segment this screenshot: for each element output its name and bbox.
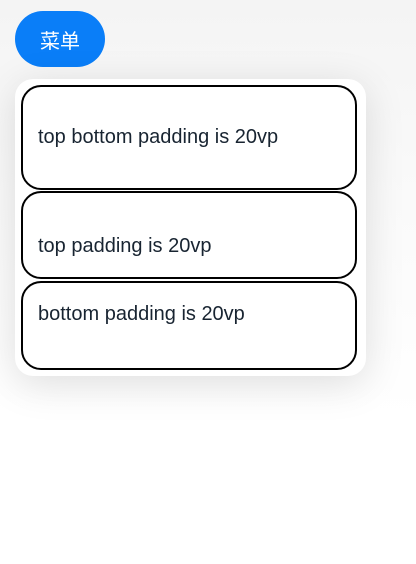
menu-item-label: top padding is 20vp — [38, 234, 212, 257]
menu-item-top-padding[interactable]: top padding is 20vp — [21, 191, 357, 279]
menu-item-bottom-padding[interactable]: bottom padding is 20vp — [21, 281, 357, 370]
menu-item-top-bottom-padding[interactable]: top bottom padding is 20vp — [21, 85, 357, 190]
menu-button[interactable]: 菜单 — [15, 11, 105, 67]
menu-popup: top bottom padding is 20vp top padding i… — [15, 79, 366, 376]
menu-item-label: bottom padding is 20vp — [38, 303, 245, 325]
menu-item-label: top bottom padding is 20vp — [38, 126, 279, 148]
